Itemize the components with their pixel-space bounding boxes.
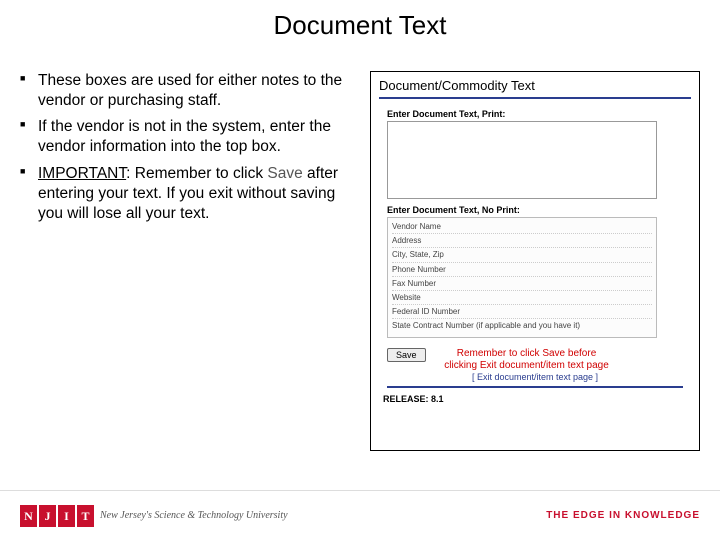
njit-logo: N J I T New Jersey's Science & Technolog… [20,505,288,527]
callout-text: Remember to click Save before clicking E… [442,348,612,372]
bullet-item: If the vendor is not in the system, ente… [20,117,360,157]
slide-title: Document Text [0,0,720,41]
slide-footer: N J I T New Jersey's Science & Technolog… [0,490,720,540]
bullet-item: These boxes are used for either notes to… [20,71,360,111]
noprint-label: Enter Document Text, No Print: [387,205,691,215]
noprint-textbox[interactable]: Vendor Name Address City, State, Zip Pho… [387,217,657,338]
bullet-text: : Remember to click [126,165,267,182]
field-row: Federal ID Number [392,305,652,319]
field-row: Address [392,234,652,248]
bullet-item: IMPORTANT: Remember to click Save after … [20,164,360,224]
release-label: RELEASE: 8.1 [383,394,691,404]
logo-letter: N [20,505,37,527]
print-textbox[interactable] [387,121,657,199]
university-name: New Jersey's Science & Technology Univer… [100,510,288,521]
field-row: City, State, Zip [392,248,652,262]
bottom-rule [387,386,683,388]
field-row: Website [392,291,652,305]
bullet-list-container: These boxes are used for either notes to… [20,71,360,451]
njit-mark: N J I T [20,505,94,527]
tagline: THE EDGE IN KNOWLEDGE [546,510,700,521]
save-row: Save Remember to click Save before click… [387,348,691,372]
important-label: IMPORTANT [38,165,126,182]
screenshot-panel: Document/Commodity Text Enter Document T… [370,71,700,451]
content-row: These boxes are used for either notes to… [0,41,720,451]
print-label: Enter Document Text, Print: [387,109,691,119]
save-word: Save [267,165,302,182]
logo-letter: T [77,505,94,527]
field-row: Fax Number [392,277,652,291]
field-row: Phone Number [392,263,652,277]
panel-rule [379,97,691,99]
exit-link[interactable]: [ Exit document/item text page ] [379,372,691,382]
logo-letter: J [39,505,56,527]
logo-letter: I [58,505,75,527]
panel-heading: Document/Commodity Text [379,78,691,93]
bullet-list: These boxes are used for either notes to… [20,71,360,224]
field-row: State Contract Number (if applicable and… [392,319,652,332]
field-row: Vendor Name [392,220,652,234]
save-button[interactable]: Save [387,348,426,362]
